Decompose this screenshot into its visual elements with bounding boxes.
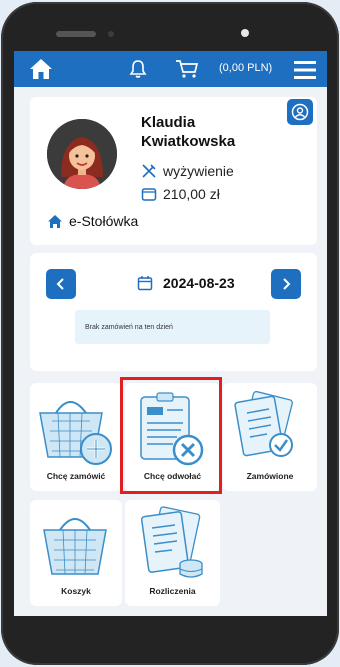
tile-cart[interactable]: Koszyk xyxy=(30,500,122,606)
user-card: Klaudia Kwiatkowska wyżywienie 210,00 zł… xyxy=(30,97,317,245)
no-orders-info: Brak zamówień na ten dzień xyxy=(75,310,270,344)
school-home-icon xyxy=(48,214,62,228)
date-card: 2024-08-23 Brak zamówień na ten dzień xyxy=(30,253,317,371)
menu-icon[interactable] xyxy=(292,59,318,81)
balance: 210,00 zł xyxy=(163,186,220,202)
front-camera xyxy=(108,31,114,37)
cutlery-icon xyxy=(142,164,156,178)
tile-order[interactable]: Chcę zamówić xyxy=(30,383,122,491)
phone-top-bezel xyxy=(56,29,186,39)
bell-icon[interactable] xyxy=(127,58,149,80)
wallet-icon xyxy=(141,188,157,201)
tile-cancel-label: Chcę odwołać xyxy=(143,471,202,481)
tile-order-label: Chcę zamówić xyxy=(46,471,106,481)
app-screen: (0,00 PLN) Klaudia Kwiatkowska wyżywieni… xyxy=(14,51,327,616)
cart-icon[interactable] xyxy=(174,58,200,80)
tile-billing[interactable]: Rozliczenia xyxy=(125,500,220,606)
tile-ordered-label: Zamówione xyxy=(246,471,294,481)
tile-billing-label: Rozliczenia xyxy=(149,586,196,596)
top-bar: (0,00 PLN) xyxy=(14,51,327,87)
school-name: e-Stołówka xyxy=(69,213,139,229)
phone-frame: (0,00 PLN) Klaudia Kwiatkowska wyżywieni… xyxy=(1,2,339,665)
sensor-dot xyxy=(241,29,249,37)
next-day-button[interactable] xyxy=(271,269,301,299)
tile-cart-label: Koszyk xyxy=(61,586,91,596)
no-orders-text: Brak zamówień na ten dzień xyxy=(85,323,173,331)
user-circle-icon xyxy=(291,103,309,121)
school-row: e-Stołówka xyxy=(47,213,138,229)
tile-cancel[interactable]: Chcę odwołać xyxy=(125,383,220,491)
meal-plan: wyżywienie xyxy=(163,163,234,179)
cart-total[interactable]: (0,00 PLN) xyxy=(219,62,272,74)
user-name: Klaudia Kwiatkowska xyxy=(141,113,281,151)
selected-date: 2024-08-23 xyxy=(163,275,235,291)
profile-button[interactable] xyxy=(287,99,313,125)
avatar xyxy=(47,119,117,189)
date-display[interactable]: 2024-08-23 xyxy=(137,275,235,291)
tile-ordered[interactable]: Zamówione xyxy=(223,383,317,491)
home-icon[interactable] xyxy=(28,57,54,81)
chevron-left-icon xyxy=(56,278,64,290)
balance-row: 210,00 zł xyxy=(141,186,220,202)
user-first-name: Klaudia xyxy=(141,114,196,131)
meal-plan-row: wyżywienie xyxy=(141,163,234,179)
chevron-right-icon xyxy=(283,278,291,290)
speaker-grille xyxy=(56,31,96,37)
user-last-name: Kwiatkowska xyxy=(141,133,236,150)
prev-day-button[interactable] xyxy=(46,269,76,299)
calendar-icon xyxy=(137,276,153,291)
